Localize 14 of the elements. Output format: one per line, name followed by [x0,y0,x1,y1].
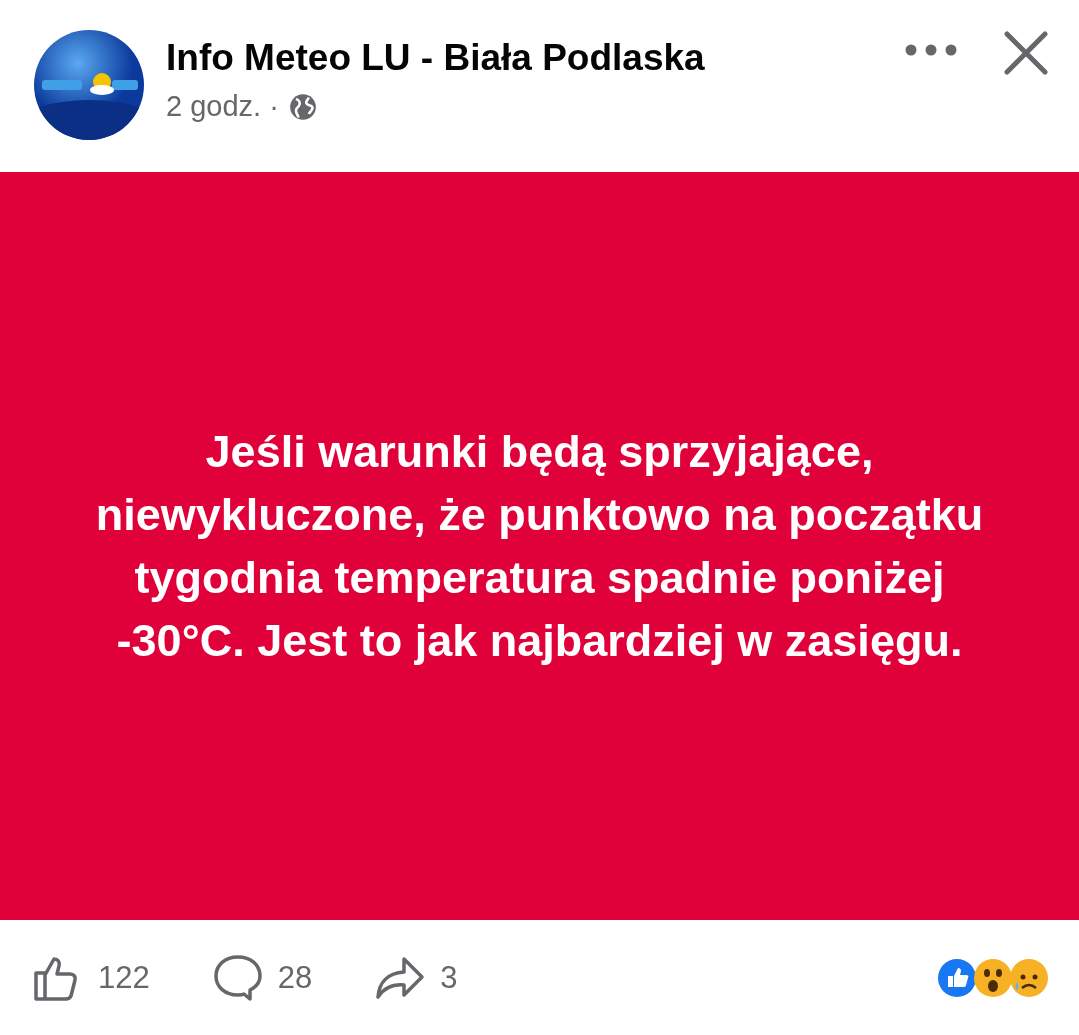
sad-emoji-icon[interactable] [1009,957,1049,998]
reaction-count[interactable]: 122 [98,959,150,996]
reaction-count[interactable]: 3 [440,959,458,996]
post-time[interactable]: 2 godz. [166,90,262,123]
surprised-emoji-icon[interactable] [973,957,1013,998]
post-text: Jeśli warunki będą sprzyjające, niewykluczone, że punktowo na początku tygodnia temperatura spadnie poniżej -30°C. Jest to jak najbardziej w zasięgu. [94,425,985,668]
reaction-count[interactable]: 28 [277,959,313,996]
more-options-icon[interactable] [905,44,957,56]
separator-dot: · [269,90,279,123]
close-icon[interactable] [1003,30,1049,76]
speech-bubble-icon[interactable] [211,952,264,1003]
page-name[interactable]: Info Meteo LU - Biała Podlaska [166,36,905,80]
like-reaction-icon[interactable] [937,957,977,998]
globe-icon [288,92,317,121]
